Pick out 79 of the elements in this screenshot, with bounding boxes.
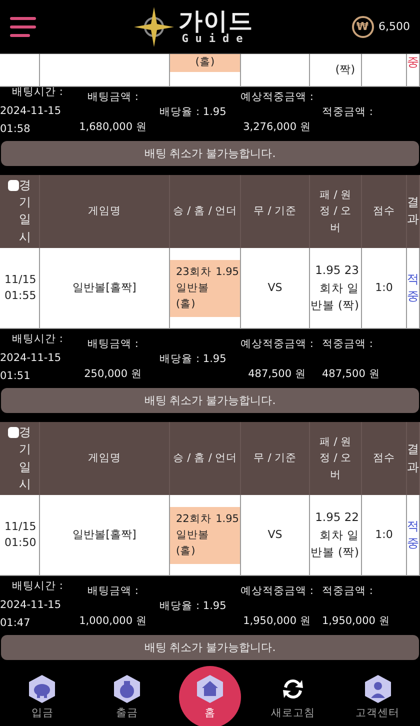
win-amount: 487,500 원 — [322, 367, 380, 381]
nav-item[interactable]: 입금 — [9, 674, 76, 720]
column-header: 무 / 기준 — [241, 422, 310, 496]
bet-amount-label: 배팅금액 : — [88, 584, 138, 598]
nav-item[interactable]: 새로고침 — [260, 674, 326, 720]
money-bag-icon — [112, 674, 142, 704]
table-cell: 11/15 01:55 — [0, 248, 40, 330]
win-amount-label: 적중금액 : — [322, 104, 373, 119]
table-cell: 일반볼[홀짝] — [40, 495, 170, 576]
pick-odds[interactable]: 1.95 — [216, 510, 239, 528]
column-header: 점수 — [362, 422, 407, 496]
bet-amount: 1,000,000 원 — [79, 614, 147, 628]
notice-bar: 배팅 취소가 불가능합니다. — [1, 140, 419, 166]
column-header: 게임명 — [40, 422, 170, 496]
column-header: 경기일시 — [0, 174, 40, 248]
menu-icon[interactable] — [10, 16, 36, 36]
expected-win-label: 예상적중금액 : — [240, 584, 314, 598]
table-cell: 1.95 22회차 일반볼 (짝) — [310, 495, 362, 576]
column-header: 승 / 홈 / 언더 — [170, 174, 241, 248]
column-header: 무 / 기준 — [241, 174, 310, 248]
odds-text: 배당율 : 1.95 — [160, 352, 226, 366]
select-checkbox[interactable] — [8, 426, 19, 438]
pick-odds[interactable]: 1.95 — [216, 264, 239, 280]
balance-text: 6,500 — [378, 20, 410, 33]
logo[interactable]: 가이드 Guide — [134, 6, 254, 46]
table-cell — [0, 54, 40, 87]
table-cell: 1:0 — [362, 495, 407, 576]
bet-amount-label: 배팅금액 : — [88, 337, 138, 351]
table-cell: VS — [241, 495, 310, 576]
column-header: 패 / 원정 / 오버 — [310, 174, 362, 248]
table-cell: 일반볼[홀짝] — [40, 248, 170, 330]
table-cell: 11/15 01:50 — [0, 495, 40, 576]
column-header: 점수 — [362, 174, 407, 248]
piggy-bank-icon — [27, 674, 58, 704]
odds-text: 배당율 : 1.95 — [160, 599, 226, 614]
bet-time-label: 배팅시간 : — [12, 85, 63, 99]
currency-icon: ₩ — [352, 16, 374, 38]
win-amount: 1,950,000 원 — [322, 614, 390, 628]
headset-person-icon — [362, 674, 393, 704]
nav-item[interactable]: 홈 — [178, 666, 241, 726]
bet-time-label: 배팅시간 : — [12, 579, 63, 594]
expected-win-label: 예상적중금액 : — [240, 337, 314, 351]
expected-win-label: 예상적중금액 : — [240, 90, 314, 104]
bet-amount: 250,000 원 — [84, 367, 142, 381]
bet-time: 2024-11-15 01:47 — [0, 598, 62, 632]
result-text: 중 — [407, 54, 419, 71]
notice-bar: 배팅 취소가 불가능합니다. — [1, 388, 419, 413]
win-amount-label: 적중금액 : — [322, 584, 373, 598]
expected-win-amount: 3,276,000 원 — [243, 120, 311, 134]
select-checkbox[interactable] — [8, 180, 19, 191]
column-header: 승 / 홈 / 언더 — [170, 422, 241, 496]
pick-name[interactable]: (홀) — [170, 54, 240, 72]
table-cell: VS — [241, 248, 310, 330]
table-cell: (짝) — [310, 54, 362, 87]
bet-amount: 1,680,000 원 — [79, 120, 147, 134]
result-text: 적중 — [407, 270, 419, 306]
result-text: 적중 — [407, 518, 419, 552]
bet-time-label: 배팅시간 : — [12, 332, 63, 346]
column-header: 경기일시 — [0, 422, 40, 496]
pick-name[interactable]: 23회차 일반볼 (홀) — [176, 264, 214, 313]
nav-item[interactable]: 고객센터 — [344, 674, 411, 720]
expected-win-amount: 1,950,000 원 — [243, 614, 311, 628]
bet-time: 2024-11-15 01:58 — [0, 104, 62, 137]
column-header: 결과 — [407, 174, 420, 248]
notice-bar: 배팅 취소가 불가능합니다. — [1, 635, 419, 660]
bet-time: 2024-11-15 01:51 — [0, 351, 62, 384]
win-amount-label: 적중금액 : — [322, 337, 373, 351]
odds-text: 배당율 : 1.95 — [160, 104, 226, 119]
column-header: 결과 — [407, 422, 420, 496]
expected-win-amount: 487,500 원 — [248, 367, 306, 381]
pick-name[interactable]: 22회차 일반볼 (홀) — [176, 510, 214, 560]
bet-amount-label: 배팅금액 : — [88, 90, 138, 104]
nav-item[interactable]: 출금 — [94, 674, 160, 720]
home-icon — [194, 674, 225, 704]
table-cell: 1:0 — [362, 248, 407, 330]
column-header: 게임명 — [40, 174, 170, 248]
column-header: 패 / 원정 / 오버 — [310, 422, 362, 496]
table-cell: 1.95 23회차 일반볼 (짝) — [310, 248, 362, 330]
compass-star-icon — [134, 6, 174, 46]
